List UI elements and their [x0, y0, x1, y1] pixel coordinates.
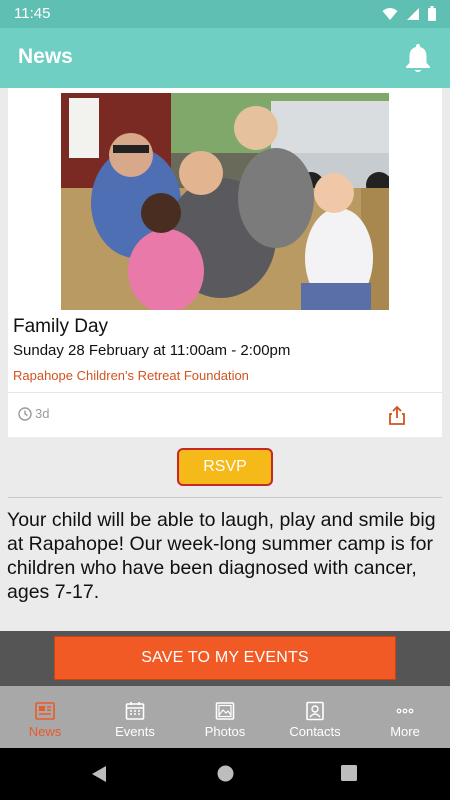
save-bar: SAVE TO MY EVENTS [0, 631, 450, 686]
bell-icon[interactable] [404, 42, 432, 74]
rsvp-button[interactable]: RSVP [177, 448, 273, 486]
status-time: 11:45 [14, 5, 51, 22]
wifi-icon [382, 7, 398, 20]
save-to-my-events-button[interactable]: SAVE TO MY EVENTS [54, 636, 396, 680]
bottom-nav: News Events Photos Contacts More [0, 686, 450, 748]
content-area: Family Day Sunday 28 February at 11:00am… [0, 88, 450, 631]
app-bar: News [0, 28, 450, 88]
photo-icon [215, 702, 235, 720]
event-title: Family Day [13, 316, 109, 337]
nav-item-more[interactable]: More [360, 686, 450, 748]
event-organization[interactable]: Rapahope Children's Retreat Foundation [13, 368, 249, 383]
home-icon[interactable] [217, 765, 234, 782]
status-icons [382, 6, 436, 21]
nav-label: More [390, 724, 420, 739]
back-icon[interactable] [91, 765, 107, 783]
nav-label: Photos [204, 724, 246, 739]
nav-item-photos[interactable]: Photos [180, 686, 270, 748]
news-icon [35, 702, 55, 720]
card-divider [8, 392, 442, 393]
event-photo[interactable] [61, 93, 389, 310]
battery-icon [428, 6, 436, 21]
event-card[interactable]: Family Day Sunday 28 February at 11:00am… [8, 88, 442, 437]
nav-item-events[interactable]: Events [90, 686, 180, 748]
nav-label: Events [115, 724, 155, 739]
nav-item-contacts[interactable]: Contacts [270, 686, 360, 748]
status-bar: 11:45 [0, 0, 450, 28]
divider [8, 497, 442, 498]
event-datetime: Sunday 28 February at 11:00am - 2:00pm [13, 342, 291, 359]
recents-icon[interactable] [341, 765, 357, 781]
more-icon [396, 708, 414, 714]
nav-label: Contacts [289, 724, 341, 739]
event-description: Your child will be able to laugh, play a… [7, 509, 436, 603]
signal-icon [407, 7, 419, 20]
calendar-icon [125, 702, 145, 720]
post-age: 3d [18, 406, 49, 421]
contact-icon [306, 701, 324, 721]
page-title: News [18, 45, 73, 68]
post-age-text: 3d [35, 406, 50, 421]
nav-item-news[interactable]: News [0, 686, 90, 748]
clock-icon [18, 406, 32, 421]
system-nav-bar [0, 748, 450, 800]
share-icon[interactable] [388, 405, 406, 425]
nav-label: News [28, 724, 62, 739]
